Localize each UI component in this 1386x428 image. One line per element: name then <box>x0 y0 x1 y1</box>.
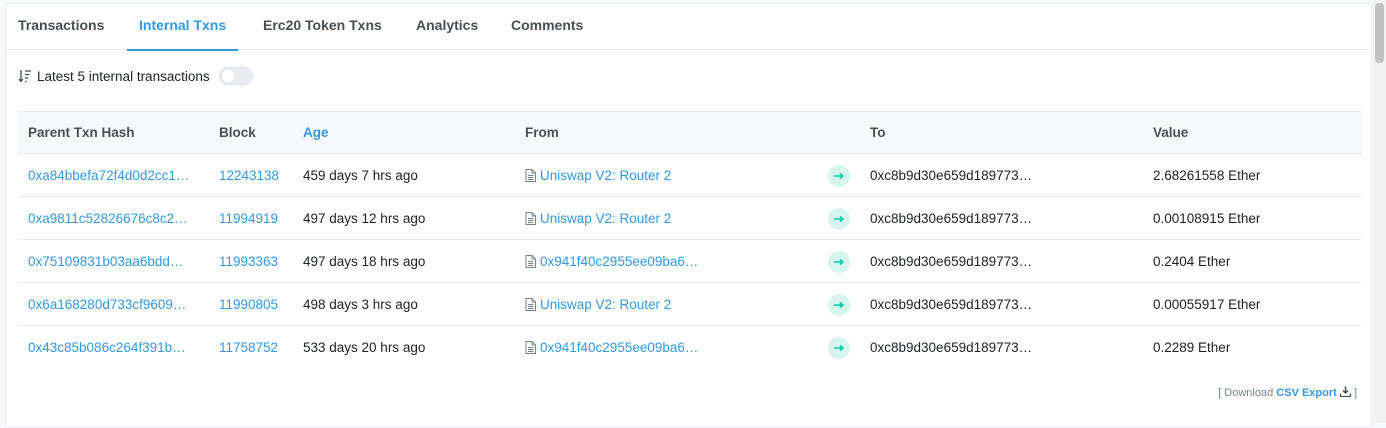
value-text: 2.68261558 Ether <box>1153 168 1261 183</box>
advanced-view-toggle[interactable] <box>218 67 253 85</box>
to-address: 0xc8b9d30e659d189773… <box>870 254 1033 269</box>
arrow-right-icon <box>828 337 850 359</box>
col-age[interactable]: Age <box>303 112 329 153</box>
download-icon[interactable] <box>1339 386 1352 398</box>
table-row: 0xa84bbefa72f4d0d2cc1… 12243138 459 days… <box>18 154 1362 197</box>
csv-export-link[interactable]: CSV Export <box>1276 387 1337 399</box>
from-cell: Uniswap V2: Router 2 <box>525 283 671 326</box>
col-to: To <box>870 125 886 140</box>
value-text: 0.2289 Ether <box>1153 340 1231 355</box>
to-address: 0xc8b9d30e659d189773… <box>870 211 1033 226</box>
arrow-right-icon <box>828 208 850 230</box>
from-cell: Uniswap V2: Router 2 <box>525 154 671 197</box>
arrow-right-icon <box>828 165 850 187</box>
value-text: 0.00055917 Ether <box>1153 297 1261 312</box>
to-address: 0xc8b9d30e659d189773… <box>870 168 1033 183</box>
file-icon <box>525 212 536 225</box>
table-row: 0xa9811c52826676c8c2… 11994919 497 days … <box>18 197 1362 240</box>
block-link[interactable]: 11990805 <box>219 283 278 326</box>
parent-txn-hash-link[interactable]: 0x75109831b03aa6bdd… <box>28 240 208 283</box>
sort-desc-icon <box>18 70 31 83</box>
from-address-link[interactable]: 0x941f40c2955ee09ba6… <box>540 326 698 369</box>
parent-txn-hash-link[interactable]: 0x43c85b086c264f391b… <box>28 326 208 369</box>
col-parent-txn-hash: Parent Txn Hash <box>28 125 135 140</box>
internal-txns-table: Parent Txn Hash Block Age From To Value … <box>18 111 1362 369</box>
value-text: 0.00108915 Ether <box>1153 211 1261 226</box>
from-address-link[interactable]: Uniswap V2: Router 2 <box>540 197 671 240</box>
block-link[interactable]: 11994919 <box>219 197 278 240</box>
tab-analytics[interactable]: Analytics <box>416 4 478 50</box>
tab-internal-txns[interactable]: Internal Txns <box>127 4 239 51</box>
value-text: 0.2404 Ether <box>1153 254 1231 269</box>
table-row: 0x6a168280d733cf9609… 11990805 498 days … <box>18 283 1362 326</box>
download-suffix: ] <box>1353 387 1357 399</box>
block-link[interactable]: 11758752 <box>219 326 278 369</box>
age-text: 498 days 3 hrs ago <box>303 297 418 312</box>
file-icon <box>525 169 536 182</box>
age-text: 533 days 20 hrs ago <box>303 340 426 355</box>
table-header: Parent Txn Hash Block Age From To Value <box>18 111 1362 154</box>
from-address-link[interactable]: Uniswap V2: Router 2 <box>540 154 671 197</box>
csv-export-footer: [ Download CSV Export ] <box>1218 386 1357 399</box>
age-text: 459 days 7 hrs ago <box>303 168 418 183</box>
page-scrollbar-track[interactable] <box>1373 0 1386 423</box>
from-cell: Uniswap V2: Router 2 <box>525 197 671 240</box>
parent-txn-hash-link[interactable]: 0xa84bbefa72f4d0d2cc1… <box>28 154 208 197</box>
page-scrollbar-thumb[interactable] <box>1375 3 1384 63</box>
col-value: Value <box>1153 125 1189 140</box>
arrow-right-icon <box>828 294 850 316</box>
from-address-link[interactable]: 0x941f40c2955ee09ba6… <box>540 240 698 283</box>
table-row: 0x75109831b03aa6bdd… 11993363 497 days 1… <box>18 240 1362 283</box>
block-link[interactable]: 12243138 <box>219 154 279 197</box>
age-text: 497 days 12 hrs ago <box>303 211 426 226</box>
from-cell: 0x941f40c2955ee09ba6… <box>525 240 698 283</box>
table-row: 0x43c85b086c264f391b… 11758752 533 days … <box>18 326 1362 369</box>
block-link[interactable]: 11993363 <box>219 240 278 283</box>
age-text: 497 days 18 hrs ago <box>303 254 426 269</box>
file-icon <box>525 298 536 311</box>
tab-transactions[interactable]: Transactions <box>18 4 104 50</box>
arrow-right-icon <box>828 251 850 273</box>
parent-txn-hash-link[interactable]: 0x6a168280d733cf9609… <box>28 283 208 326</box>
internal-txns-summary: Latest 5 internal transactions <box>18 65 253 87</box>
tab-bar: Transactions Internal Txns Erc20 Token T… <box>6 4 1371 51</box>
internal-txns-card: Transactions Internal Txns Erc20 Token T… <box>5 3 1372 428</box>
tab-erc20-token-txns[interactable]: Erc20 Token Txns <box>263 4 382 50</box>
col-from: From <box>525 125 559 140</box>
file-icon <box>525 255 536 268</box>
col-block: Block <box>219 125 256 140</box>
tab-comments[interactable]: Comments <box>511 4 583 50</box>
from-address-link[interactable]: Uniswap V2: Router 2 <box>540 283 671 326</box>
download-prefix: [ Download <box>1218 387 1274 399</box>
summary-text: Latest 5 internal transactions <box>37 68 210 84</box>
file-icon <box>525 341 536 354</box>
to-address: 0xc8b9d30e659d189773… <box>870 340 1033 355</box>
parent-txn-hash-link[interactable]: 0xa9811c52826676c8c2… <box>28 197 208 240</box>
to-address: 0xc8b9d30e659d189773… <box>870 297 1033 312</box>
from-cell: 0x941f40c2955ee09ba6… <box>525 326 698 369</box>
